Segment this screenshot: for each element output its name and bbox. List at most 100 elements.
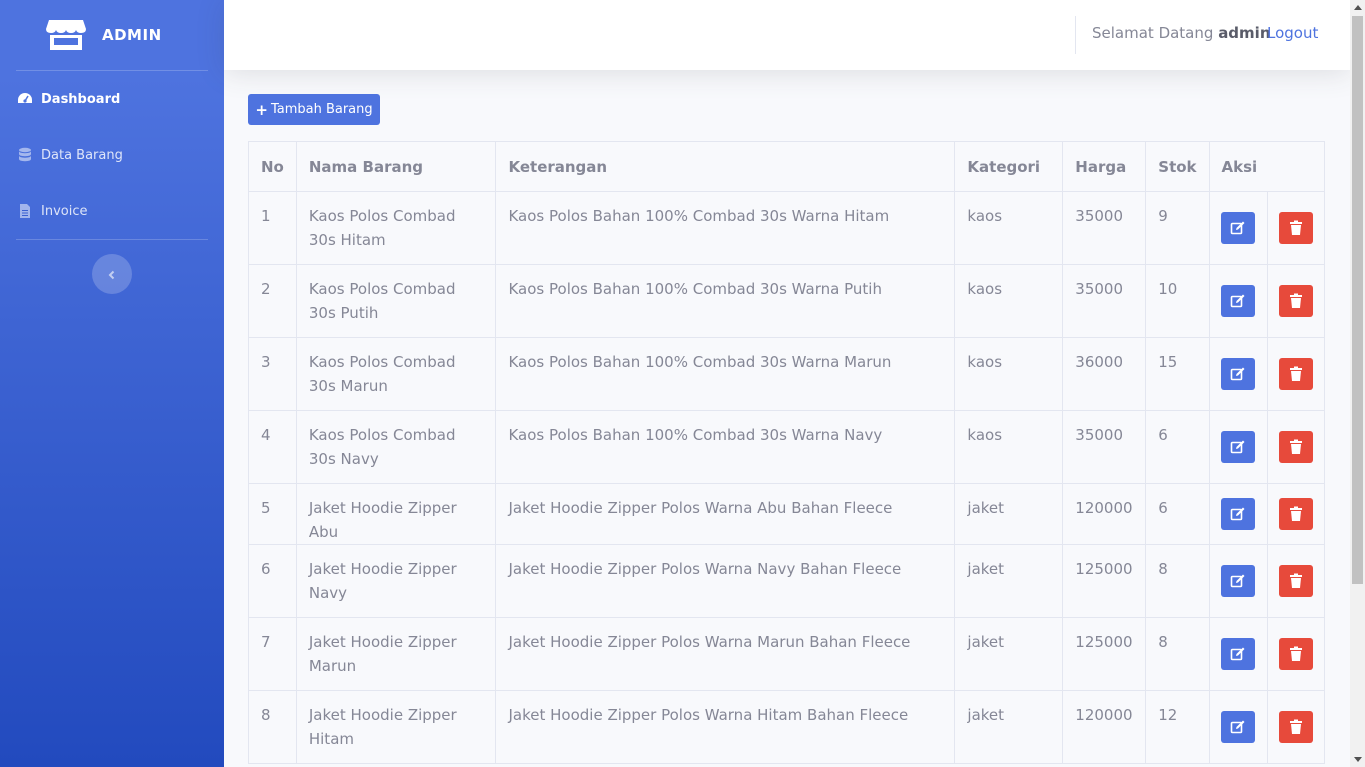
trash-icon [1289,646,1303,662]
cell-kategori: kaos [954,337,1064,411]
store-icon [46,18,86,52]
cell-stok: 8 [1145,544,1210,618]
cell-edit [1208,191,1269,265]
username: admin [1218,24,1271,42]
column-header-harga[interactable]: Harga [1062,141,1147,192]
edit-icon [1230,220,1246,236]
sidebar-toggle-button[interactable] [92,254,132,294]
cell-keterangan: Kaos Polos Bahan 100% Combad 30s Warna M… [495,337,956,411]
add-item-label: Tambah Barang [270,102,373,117]
table-row: 7 Jaket Hoodie Zipper Marun Jaket Hoodie Z… [248,617,1325,691]
cell-stok: 6 [1145,483,1210,545]
items-table: No Nama Barang Keterangan Kategori Harga… [248,141,1326,764]
edit-icon [1230,366,1246,382]
topbar: Selamat Datang admin Logout [224,0,1350,70]
column-header-no[interactable]: No [248,141,297,192]
scroll-up-arrow-icon[interactable] [1350,0,1365,15]
cell-no: 3 [248,337,297,411]
cell-no: 1 [248,191,297,265]
cell-kategori: jaket [954,617,1064,691]
delete-button[interactable] [1279,358,1314,390]
cell-no: 6 [248,544,297,618]
cell-stok: 12 [1145,690,1210,764]
cell-kategori: jaket [954,544,1064,618]
add-item-button[interactable]: + Tambah Barang [248,94,380,125]
column-header-stok[interactable]: Stok [1145,141,1210,192]
cell-kategori: jaket [954,483,1064,545]
cell-harga: 120000 [1062,690,1147,764]
cell-keterangan: Kaos Polos Bahan 100% Combad 30s Warna H… [495,191,956,265]
trash-icon [1289,573,1303,589]
trash-icon [1289,293,1303,309]
trash-icon [1289,506,1303,522]
file-icon [17,203,33,219]
sidebar-item-data-barang[interactable]: Data Barang [0,127,224,183]
sidebar-brand[interactable]: ADMIN [0,0,224,70]
cell-nama-barang: Jaket Hoodie Zipper Abu [295,483,497,545]
delete-button[interactable] [1279,212,1314,244]
edit-button[interactable] [1221,711,1256,743]
cell-no: 8 [248,690,297,764]
cell-no: 7 [248,617,297,691]
cell-nama-barang: Kaos Polos Combad 30s Putih [295,264,497,338]
plus-icon: + [255,100,268,119]
edit-button[interactable] [1221,638,1256,670]
delete-button[interactable] [1279,285,1314,317]
trash-icon [1289,719,1303,735]
cell-nama-barang: Kaos Polos Combad 30s Hitam [295,191,497,265]
sidebar-item-label: Data Barang [41,147,123,163]
scroll-down-arrow-icon[interactable] [1350,752,1365,767]
cell-stok: 8 [1145,617,1210,691]
column-header-keterangan[interactable]: Keterangan [495,141,956,192]
cell-stok: 9 [1145,191,1210,265]
edit-icon [1230,439,1246,455]
cell-keterangan: Kaos Polos Bahan 100% Combad 30s Warna N… [495,410,956,484]
sidebar-item-invoice[interactable]: Invoice [0,183,224,239]
logout-link[interactable]: Logout [1267,24,1318,42]
cell-stok: 6 [1145,410,1210,484]
edit-button[interactable] [1221,285,1256,317]
cell-stok: 15 [1145,337,1210,411]
cell-harga: 35000 [1062,264,1147,338]
cell-harga: 35000 [1062,410,1147,484]
chevron-left-icon [107,265,117,284]
column-header-kategori[interactable]: Kategori [954,141,1064,192]
edit-icon [1230,293,1246,309]
cell-harga: 120000 [1062,483,1147,545]
delete-button[interactable] [1279,711,1314,743]
cell-delete [1267,483,1325,545]
edit-button[interactable] [1221,212,1256,244]
table-row: 2 Kaos Polos Combad 30s Putih Kaos Polos B… [248,264,1325,338]
topbar-divider [1075,16,1076,54]
edit-button[interactable] [1221,358,1256,390]
cell-keterangan: Kaos Polos Bahan 100% Combad 30s Warna P… [495,264,956,338]
edit-button[interactable] [1221,498,1256,530]
cell-kategori: kaos [954,191,1064,265]
database-icon [17,147,33,163]
edit-button[interactable] [1221,565,1256,597]
cell-no: 4 [248,410,297,484]
tachometer-icon [17,91,33,107]
trash-icon [1289,366,1303,382]
edit-icon [1230,506,1246,522]
column-header-nama[interactable]: Nama Barang [295,141,497,192]
delete-button[interactable] [1279,565,1314,597]
page-scrollbar[interactable] [1350,0,1365,767]
table-row: 6 Jaket Hoodie Zipper Navy Jaket Hoodie Zi… [248,544,1325,618]
edit-button[interactable] [1221,431,1256,463]
cell-harga: 36000 [1062,337,1147,411]
brand-title: ADMIN [102,26,162,44]
delete-button[interactable] [1279,431,1314,463]
delete-button[interactable] [1279,498,1314,530]
sidebar-item-dashboard[interactable]: Dashboard [0,71,224,127]
cell-nama-barang: Jaket Hoodie Zipper Hitam [295,690,497,764]
edit-icon [1230,719,1246,735]
cell-edit [1208,483,1269,545]
cell-edit [1208,544,1269,618]
cell-delete [1267,617,1325,691]
welcome-text: Selamat Datang admin [1092,24,1271,42]
scrollbar-thumb[interactable] [1352,16,1363,584]
cell-keterangan: Jaket Hoodie Zipper Polos Warna Abu Baha… [495,483,956,545]
cell-keterangan: Jaket Hoodie Zipper Polos Warna Marun Ba… [495,617,956,691]
delete-button[interactable] [1279,638,1314,670]
